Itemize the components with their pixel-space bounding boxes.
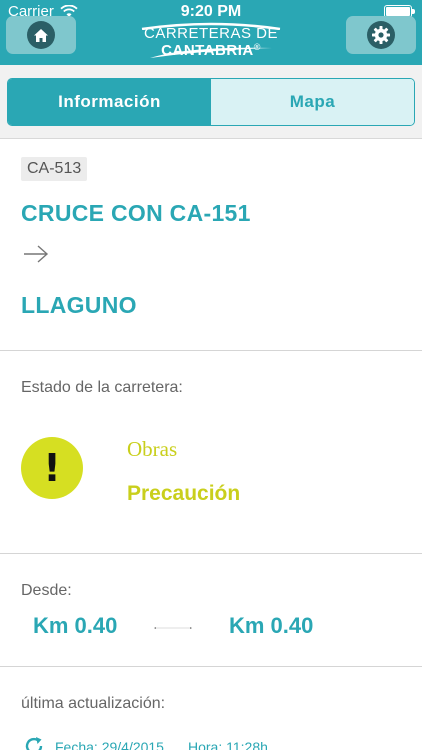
brand-prefix: CARRETERAS DE bbox=[143, 25, 279, 42]
settings-button[interactable] bbox=[346, 16, 416, 54]
route-from: CRUCE CON CA-151 bbox=[21, 200, 251, 226]
update-time: Hora: 11:28h bbox=[188, 739, 268, 750]
from-label: Desde: bbox=[21, 582, 72, 599]
last-update-section: última actualización: Fecha: 29/4/2015 H… bbox=[0, 667, 422, 750]
road-code-badge: CA-513 bbox=[21, 157, 88, 181]
brand-logo: CARRETERAS DE CANTABRIA® bbox=[100, 22, 322, 62]
tab-mapa[interactable]: Mapa bbox=[211, 79, 414, 125]
status-level: Precaución bbox=[127, 482, 241, 505]
from-section: Desde: Km 0.40 Km 0.40 bbox=[0, 554, 422, 667]
home-button[interactable] bbox=[6, 16, 76, 54]
segmented-tabs: Información Mapa bbox=[7, 78, 415, 126]
warning-glyph: ! bbox=[43, 446, 61, 490]
tabs-container: Información Mapa bbox=[0, 65, 422, 139]
road-status-section: Estado de la carretera: ! Obras Precauci… bbox=[0, 351, 422, 554]
km-range-line bbox=[154, 627, 192, 629]
route-to: LLAGUNO bbox=[21, 292, 137, 318]
km-end: Km 0.40 bbox=[229, 613, 314, 638]
route-section: CA-513 CRUCE CON CA-151 LLAGUNO bbox=[0, 140, 422, 351]
brand-swoosh-icon bbox=[150, 47, 272, 58]
tab-informacion[interactable]: Información bbox=[8, 79, 211, 125]
road-status-label: Estado de la carretera: bbox=[21, 379, 183, 396]
arrow-right-icon bbox=[24, 245, 49, 263]
km-start: Km 0.40 bbox=[33, 613, 118, 638]
gear-icon bbox=[367, 21, 395, 49]
status-type: Obras bbox=[127, 437, 178, 461]
last-update-label: última actualización: bbox=[21, 695, 166, 712]
app-header: Carrier 9:20 PM CARRETERAS DE CANTABRIA® bbox=[0, 0, 422, 65]
home-icon bbox=[27, 21, 55, 49]
update-date: Fecha: 29/4/2015 bbox=[55, 739, 164, 750]
warning-icon: ! bbox=[21, 437, 83, 499]
refresh-icon[interactable] bbox=[23, 735, 45, 750]
